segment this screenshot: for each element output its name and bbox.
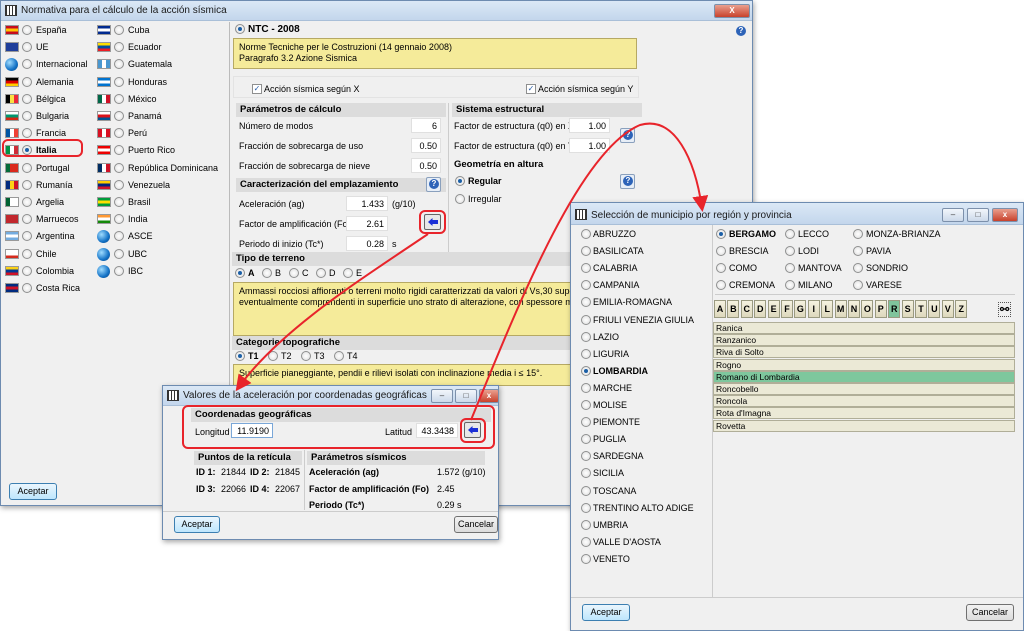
annotation-arrows <box>235 122 709 421</box>
arrow-to-coords-dialog <box>235 233 429 392</box>
arrow-to-municipio-dialog <box>470 122 709 421</box>
